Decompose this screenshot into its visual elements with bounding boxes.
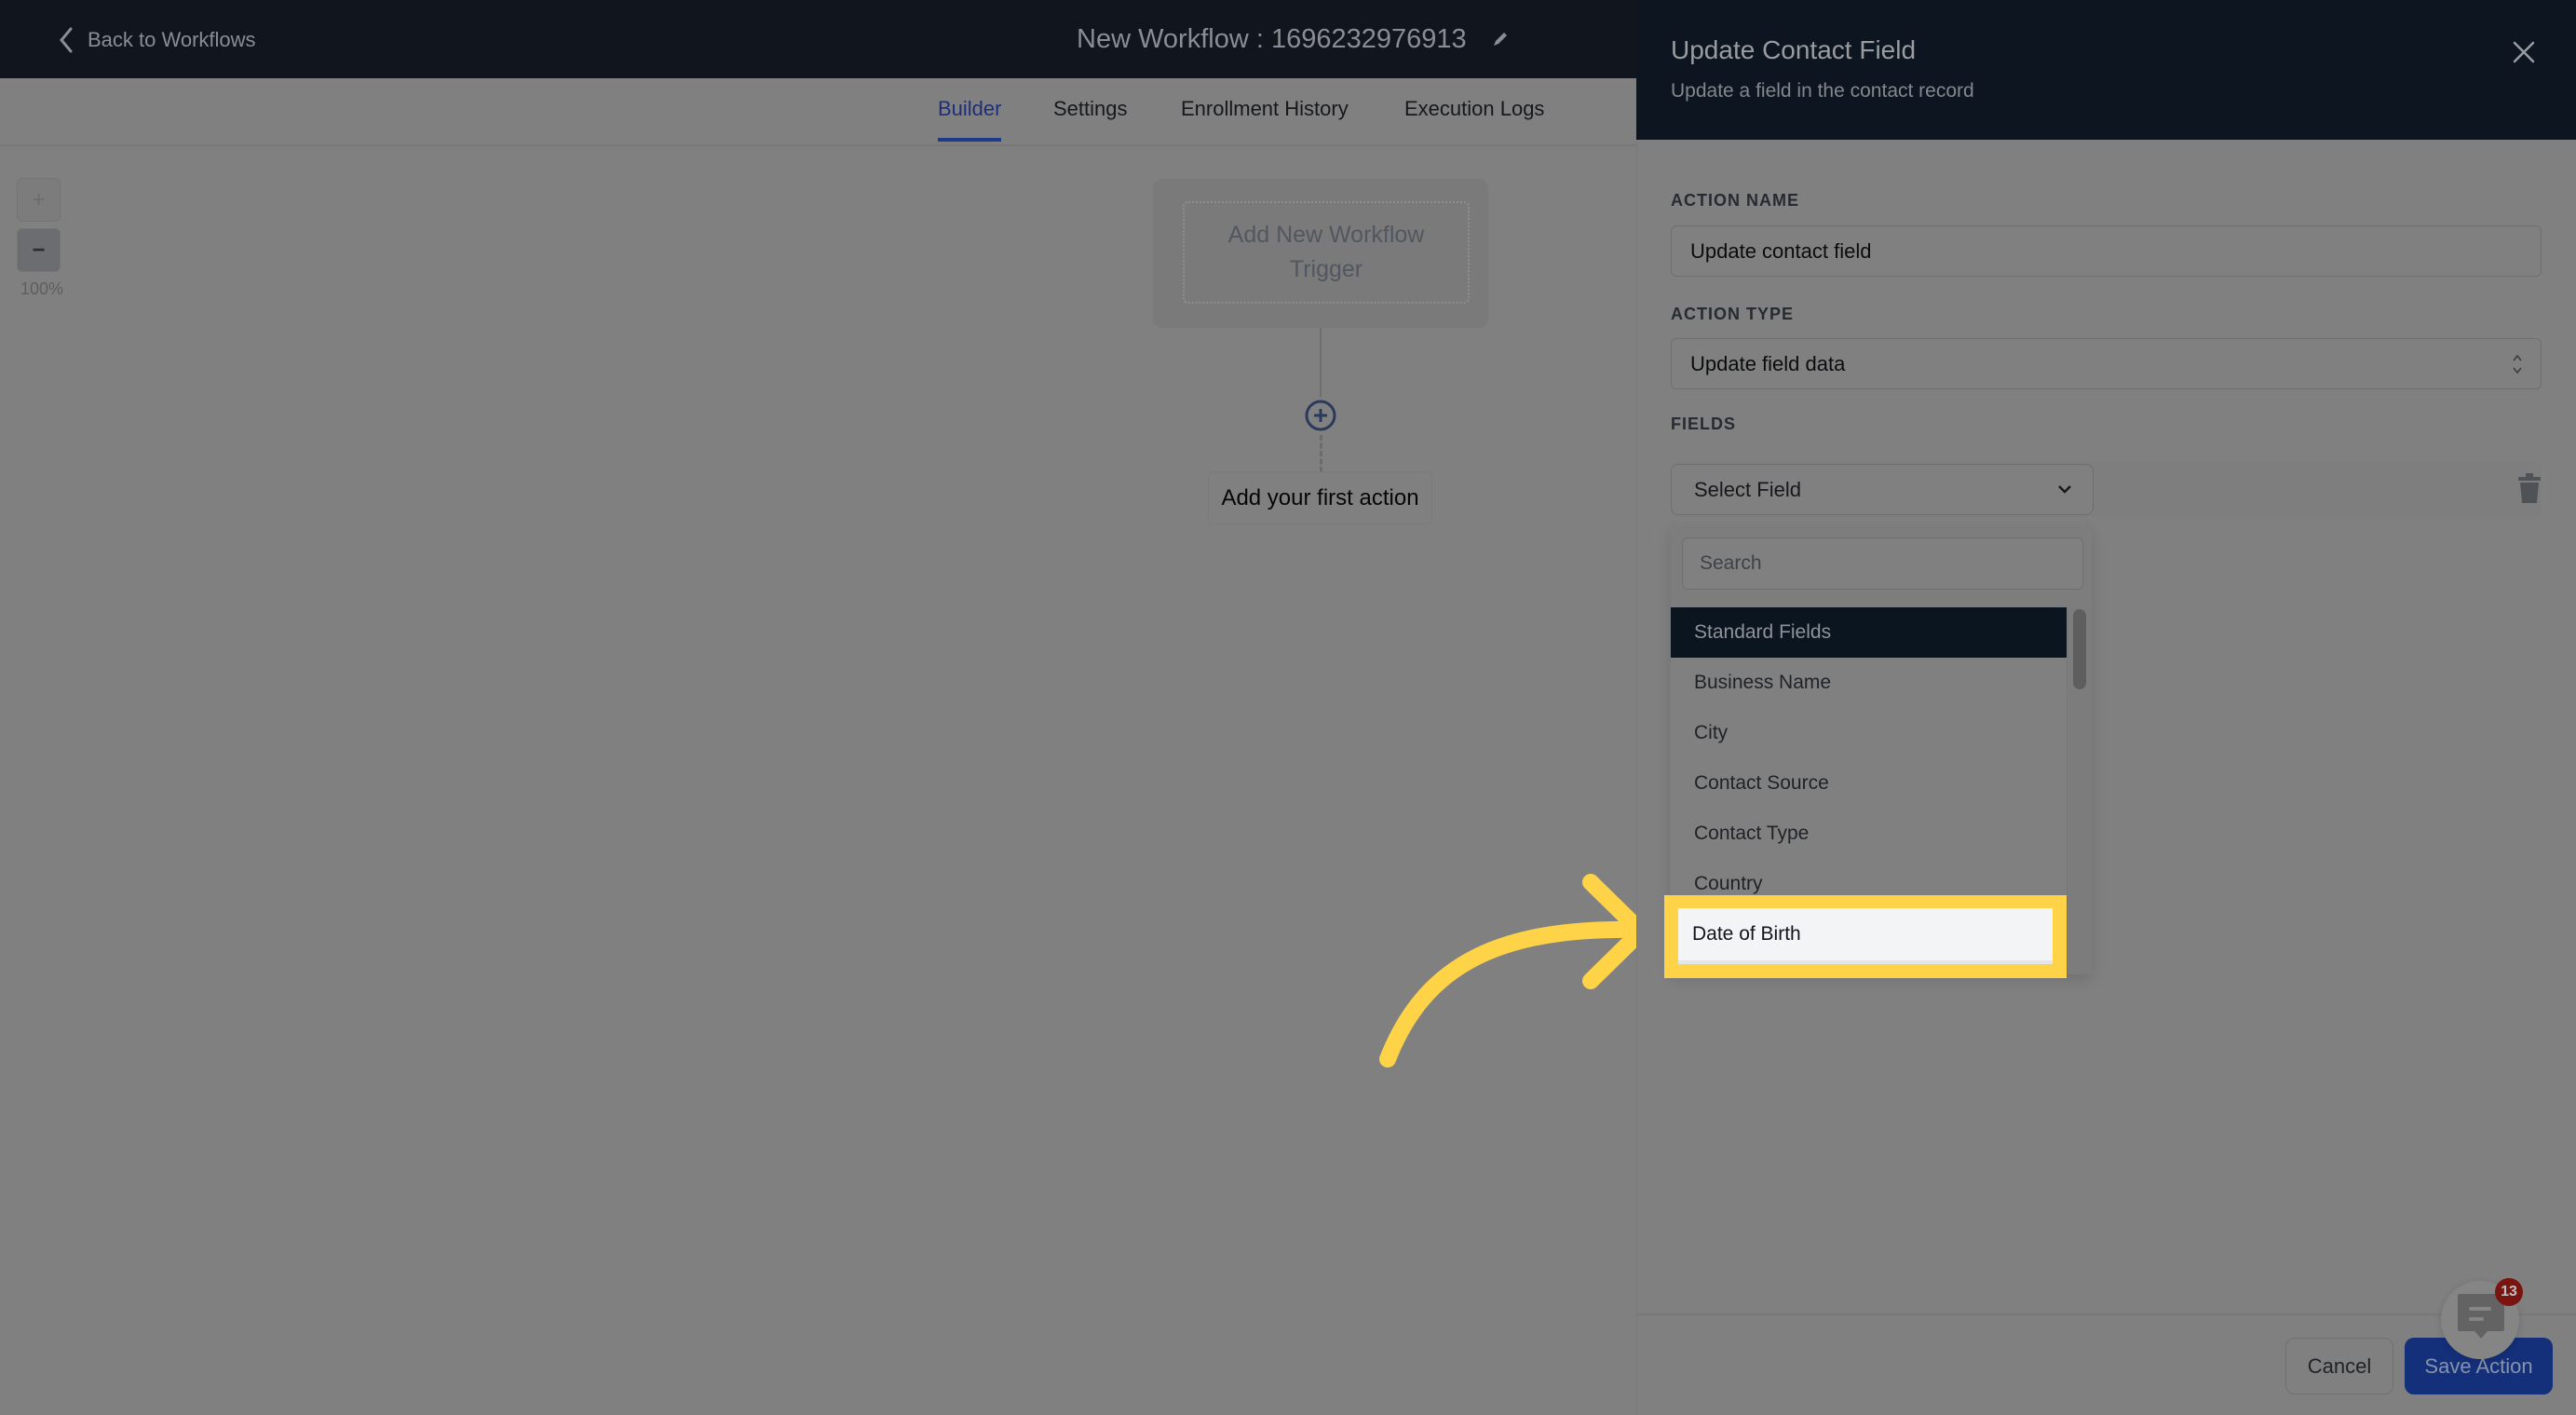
fields-label: FIELDS [1671,415,1737,433]
chevron-down-icon [2058,485,2071,494]
yellow-arrow-annotation [1379,874,1649,1068]
select-updown-icon [2513,354,2522,374]
panel-title: Update Contact Field [1671,35,1917,64]
cancel-button[interactable]: Cancel [2285,1338,2393,1395]
workflow-title: New Workflow : 1696232976913 [1077,23,1467,54]
tab-bar: Builder Settings Enrollment History Exec… [0,78,1636,146]
action-type-select[interactable]: Update field data [1671,338,2542,389]
back-label: Back to Workflows [88,28,256,51]
action-type-label: ACTION TYPE [1671,305,1795,323]
select-field-placeholder: Select Field [1694,477,1801,501]
dropdown-item-contact-type[interactable]: Contact Type [1671,809,2067,859]
add-first-action-button[interactable]: Add your first action [1208,471,1432,524]
tab-builder[interactable]: Builder [938,97,1002,142]
zoom-level-readout: 100% [20,279,64,298]
add-trigger-button[interactable]: Add New Workflow Trigger [1183,201,1470,304]
panel-header [1636,0,2576,140]
action-name-input[interactable]: Update contact field [1671,225,2542,277]
panel-subtitle: Update a field in the contact record [1671,80,1974,102]
workflow-title-group: New Workflow : 1696232976913 [1077,20,1510,58]
dashed-connector [1320,435,1322,472]
footer-divider [1636,1313,2576,1315]
action-name-label: ACTION NAME [1671,191,1799,210]
tab-enrollment-history[interactable]: Enrollment History [1181,97,1349,142]
select-field-dropdown[interactable]: Select Field [1671,464,2094,515]
dropdown-item-contact-source[interactable]: Contact Source [1671,758,2067,809]
back-to-workflows-link[interactable]: Back to Workflows [58,26,256,54]
action-name-value: Update contact field [1690,238,1872,263]
connector-line [1320,328,1322,397]
trigger-label: Add New Workflow Trigger [1227,222,1425,282]
tab-settings[interactable]: Settings [1053,97,1128,142]
tab-execution-logs[interactable]: Execution Logs [1404,97,1544,142]
dropdown-item-business-name[interactable]: Business Name [1671,658,2067,708]
dropdown-item-date-of-birth[interactable]: Date of Birth [1678,908,2053,964]
zoom-out-button[interactable]: − [17,228,61,272]
chat-notification-badge: 13 [2495,1278,2523,1306]
dropdown-item-city[interactable]: City [1671,708,2067,758]
zoom-in-button[interactable]: + [17,178,61,222]
trash-icon[interactable] [2517,472,2542,504]
pencil-edit-icon[interactable] [1491,30,1510,48]
close-icon[interactable] [2509,37,2539,67]
dropdown-scrollbar-thumb[interactable] [2073,609,2086,689]
action-type-value: Update field data [1690,351,1846,375]
add-action-plus-icon[interactable] [1304,399,1337,432]
dropdown-group-header: Standard Fields [1671,607,2067,658]
dropdown-search-input[interactable] [1682,537,2083,590]
chevron-left-icon [60,27,73,53]
